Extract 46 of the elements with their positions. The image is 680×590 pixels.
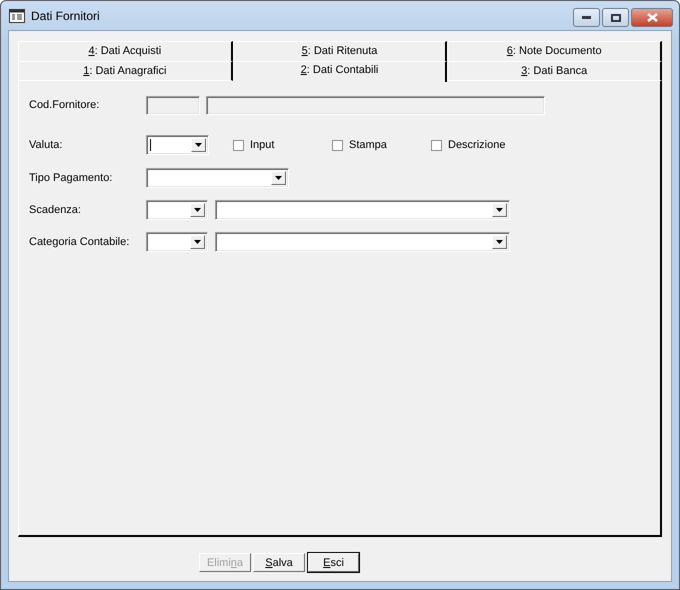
dropdown-button[interactable]	[492, 203, 507, 217]
checkbox[interactable]	[332, 140, 343, 150]
tab[interactable]: 4: Dati Acquisti	[18, 41, 233, 61]
field-label: Cod.Fornitore:	[29, 99, 100, 111]
close-icon	[646, 13, 658, 22]
dropdown-field[interactable]	[146, 135, 209, 155]
caret-icon	[195, 143, 202, 147]
push-button[interactable]: Salva	[253, 553, 305, 572]
caret-icon	[496, 240, 503, 244]
checkbox-label: Input	[250, 139, 274, 151]
tab[interactable]: 1: Dati Anagrafici	[18, 61, 233, 81]
caret-icon	[275, 176, 282, 180]
tab[interactable]: 2: Dati Contabili	[232, 61, 448, 82]
field-label: Tipo Pagamento:	[29, 172, 114, 184]
dropdown-button[interactable]	[191, 138, 206, 152]
dropdown-field[interactable]	[146, 168, 289, 188]
field-label: Categoria Contabile:	[29, 236, 130, 248]
field-label: Scadenza:	[29, 204, 82, 216]
dropdown-field[interactable]	[215, 232, 510, 252]
dropdown-field[interactable]	[215, 200, 510, 220]
minimize-button[interactable]	[573, 8, 600, 27]
text-cursor	[150, 139, 151, 151]
caret-icon	[194, 240, 201, 244]
push-button[interactable]: Esci	[308, 553, 359, 572]
checkbox[interactable]	[233, 140, 244, 150]
field-label: Valuta:	[29, 139, 64, 151]
maximize-icon	[610, 14, 620, 22]
caret-icon	[496, 208, 503, 212]
dropdown-button[interactable]	[190, 235, 205, 249]
dropdown-field[interactable]	[146, 200, 208, 220]
dropdown-button[interactable]	[271, 171, 286, 185]
tab[interactable]: 3: Dati Banca	[447, 61, 662, 81]
dropdown-field[interactable]	[146, 232, 208, 252]
close-button[interactable]	[631, 8, 673, 27]
maximize-button[interactable]	[602, 8, 629, 27]
checkbox-label: Stampa	[349, 139, 387, 151]
dropdown-button[interactable]	[492, 235, 507, 249]
tab[interactable]: 5: Dati Ritenuta	[232, 41, 448, 61]
checkbox-label: Descrizione	[448, 139, 506, 151]
minimize-icon	[582, 16, 591, 19]
form-icon	[9, 8, 25, 22]
dropdown-button[interactable]	[190, 203, 205, 217]
checkbox[interactable]	[431, 140, 442, 150]
tab[interactable]: 6: Note Documento	[447, 41, 662, 61]
window-title: Dati Fornitori	[31, 8, 100, 22]
caret-icon	[194, 208, 201, 212]
